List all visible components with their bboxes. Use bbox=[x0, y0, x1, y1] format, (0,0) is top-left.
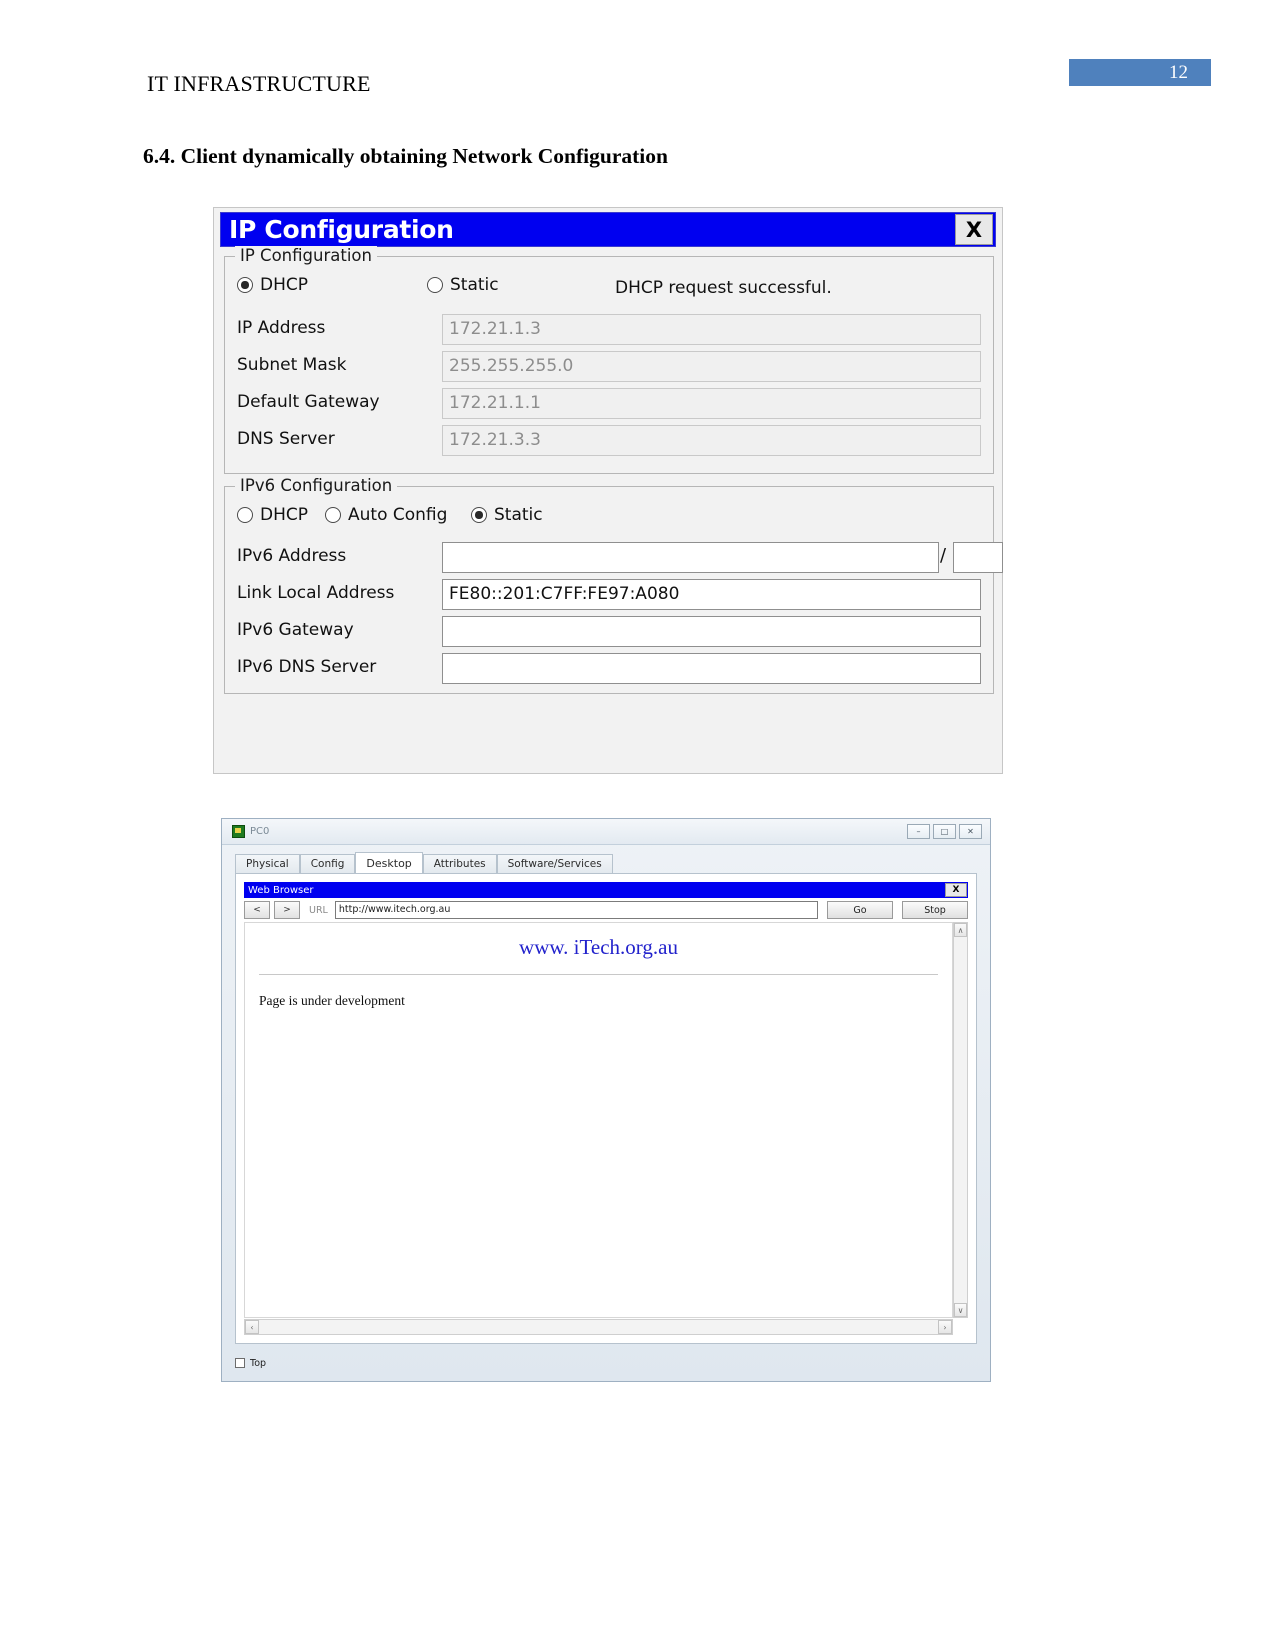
maximize-icon[interactable]: □ bbox=[933, 824, 956, 839]
radio-static-ipv6-label: Static bbox=[494, 505, 543, 525]
radio-static-ipv4-label: Static bbox=[450, 275, 499, 295]
web-page-divider bbox=[259, 974, 938, 975]
ipv6-gateway-input[interactable] bbox=[442, 616, 981, 647]
radio-static-ipv4-icon bbox=[427, 277, 443, 293]
radio-dhcp-ipv6[interactable]: DHCP bbox=[237, 505, 308, 525]
top-checkbox-label: Top bbox=[250, 1357, 267, 1369]
ip-address-input[interactable]: 172.21.1.3 bbox=[442, 314, 981, 345]
pc-window-title: PC0 bbox=[250, 826, 270, 837]
radio-static-ipv6[interactable]: Static bbox=[471, 505, 543, 525]
top-checkbox[interactable] bbox=[235, 1358, 245, 1368]
url-input[interactable]: http://www.itech.org.au bbox=[334, 901, 818, 919]
ipv6-address-input[interactable] bbox=[442, 542, 939, 573]
ipv6-dns-server-label: IPv6 DNS Server bbox=[237, 657, 377, 677]
field-row-dns-server: DNS Server 172.21.3.3 bbox=[237, 425, 981, 456]
default-gateway-label: Default Gateway bbox=[237, 392, 380, 412]
web-browser-toolbar: < > URL http://www.itech.org.au Go Stop bbox=[244, 900, 968, 920]
field-row-subnet-mask: Subnet Mask 255.255.255.0 bbox=[237, 351, 981, 382]
ipv6-dns-server-input[interactable] bbox=[442, 653, 981, 684]
ip-address-label: IP Address bbox=[237, 318, 326, 338]
radio-auto-config-ipv6[interactable]: Auto Config bbox=[325, 505, 447, 525]
ipv4-configuration-group: IP Configuration DHCP Static DHCP reques… bbox=[224, 246, 994, 474]
field-row-link-local-address: Link Local Address FE80::201:C7FF:FE97:A… bbox=[237, 579, 981, 610]
minimize-icon[interactable]: – bbox=[907, 824, 930, 839]
pc-device-window: PC0 – □ ✕ Physical Config Desktop Attrib… bbox=[221, 818, 991, 1382]
dhcp-status-message: DHCP request successful. bbox=[615, 278, 832, 298]
ipv6-configuration-group: IPv6 Configuration DHCP Auto Config Stat… bbox=[224, 476, 1003, 694]
link-local-address-input[interactable]: FE80::201:C7FF:FE97:A080 bbox=[442, 579, 981, 610]
field-row-ipv6-gateway: IPv6 Gateway bbox=[237, 616, 981, 647]
forward-button[interactable]: > bbox=[274, 901, 300, 919]
dns-server-input[interactable]: 172.21.3.3 bbox=[442, 425, 981, 456]
desktop-tab-panel: Web Browser X < > URL http://www.itech.o… bbox=[235, 873, 977, 1344]
ipv6-address-label: IPv6 Address bbox=[237, 546, 347, 566]
default-gateway-input[interactable]: 172.21.1.1 bbox=[442, 388, 981, 419]
scroll-left-icon[interactable]: ‹ bbox=[245, 1320, 259, 1334]
url-label: URL bbox=[309, 904, 328, 916]
scroll-down-icon[interactable]: ∨ bbox=[954, 1303, 967, 1317]
dns-server-label: DNS Server bbox=[237, 429, 335, 449]
field-row-ipv6-dns-server: IPv6 DNS Server bbox=[237, 653, 981, 684]
web-browser-app: Web Browser X < > URL http://www.itech.o… bbox=[244, 882, 968, 1335]
web-page-content: www. iTech.org.au Page is under developm… bbox=[244, 922, 953, 1318]
radio-auto-config-ipv6-label: Auto Config bbox=[348, 505, 448, 525]
ipv6-prefix-input[interactable] bbox=[953, 542, 1003, 573]
close-icon[interactable]: X bbox=[955, 214, 993, 245]
radio-dhcp-ipv4[interactable]: DHCP bbox=[237, 275, 308, 295]
tab-config[interactable]: Config bbox=[299, 854, 356, 873]
web-browser-titlebar: Web Browser X bbox=[244, 882, 968, 898]
tab-software-services[interactable]: Software/Services bbox=[496, 854, 613, 873]
document-header-title: IT INFRASTRUCTURE bbox=[147, 71, 371, 96]
subnet-mask-label: Subnet Mask bbox=[237, 355, 347, 375]
pc-device-icon bbox=[232, 825, 245, 838]
field-row-default-gateway: Default Gateway 172.21.1.1 bbox=[237, 388, 981, 419]
radio-dhcp-ipv6-icon bbox=[237, 507, 253, 523]
pc-window-footer: Top bbox=[235, 1353, 266, 1373]
subnet-mask-input[interactable]: 255.255.255.0 bbox=[442, 351, 981, 382]
radio-static-ipv6-icon bbox=[471, 507, 487, 523]
web-browser-title: Web Browser bbox=[248, 884, 314, 896]
scroll-right-icon[interactable]: › bbox=[938, 1320, 952, 1334]
radio-dhcp-ipv6-label: DHCP bbox=[260, 505, 308, 525]
field-row-ipv6-address: IPv6 Address / bbox=[237, 542, 1003, 573]
page-number-badge: 12 bbox=[1069, 59, 1211, 86]
vertical-scrollbar[interactable]: ∧ ∨ bbox=[953, 922, 968, 1318]
go-button[interactable]: Go bbox=[827, 901, 893, 919]
web-page-site-title: www. iTech.org.au bbox=[519, 935, 678, 959]
ip-configuration-dialog: IP Configuration X IP Configuration DHCP… bbox=[213, 207, 1003, 774]
tab-physical[interactable]: Physical bbox=[235, 854, 300, 873]
radio-static-ipv4[interactable]: Static bbox=[427, 275, 499, 295]
tab-attributes[interactable]: Attributes bbox=[422, 854, 497, 873]
radio-dhcp-ipv4-label: DHCP bbox=[260, 275, 308, 295]
ip-configuration-title: IP Configuration bbox=[229, 215, 454, 244]
close-icon[interactable]: X bbox=[945, 883, 967, 897]
radio-dhcp-ipv4-icon bbox=[237, 277, 253, 293]
web-page-body-text: Page is under development bbox=[259, 993, 405, 1008]
ipv6-group-legend: IPv6 Configuration bbox=[235, 476, 398, 495]
scroll-up-icon[interactable]: ∧ bbox=[954, 923, 967, 937]
section-heading: 6.4. Client dynamically obtaining Networ… bbox=[143, 144, 668, 168]
back-button[interactable]: < bbox=[244, 901, 270, 919]
ipv4-group-legend: IP Configuration bbox=[235, 246, 377, 265]
pc-window-titlebar: PC0 – □ ✕ bbox=[222, 819, 990, 845]
ip-configuration-titlebar: IP Configuration X bbox=[220, 212, 996, 247]
window-controls: – □ ✕ bbox=[907, 824, 982, 839]
ipv6-prefix-separator: / bbox=[940, 545, 947, 566]
ipv6-gateway-label: IPv6 Gateway bbox=[237, 620, 354, 640]
radio-auto-config-ipv6-icon bbox=[325, 507, 341, 523]
horizontal-scrollbar[interactable]: ‹ › bbox=[244, 1319, 953, 1335]
stop-button[interactable]: Stop bbox=[902, 901, 968, 919]
field-row-ip-address: IP Address 172.21.1.3 bbox=[237, 314, 981, 345]
tab-desktop[interactable]: Desktop bbox=[355, 852, 423, 873]
pc-tabbar: Physical Config Desktop Attributes Softw… bbox=[235, 852, 977, 873]
link-local-address-label: Link Local Address bbox=[237, 583, 395, 603]
close-icon[interactable]: ✕ bbox=[959, 824, 982, 839]
